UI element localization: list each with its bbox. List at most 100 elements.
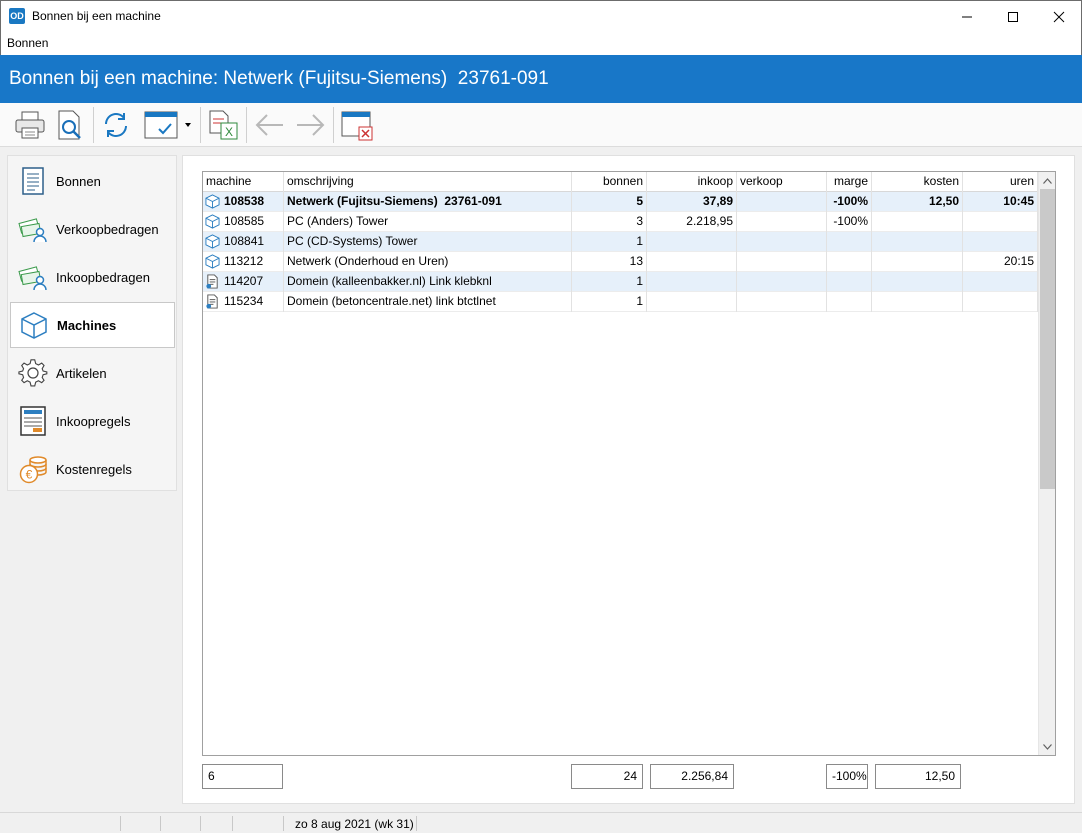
cell-kosten [872, 232, 963, 252]
column-header-verkoop[interactable]: verkoop [737, 172, 827, 192]
sidebar-item-label: Machines [57, 317, 117, 333]
status-divider [120, 816, 121, 831]
column-header-machine[interactable]: machine [203, 172, 284, 192]
cell-kosten [872, 252, 963, 272]
sidebar-item-label: Inkoopregels [56, 413, 131, 429]
machines-grid: machine omschrijving bonnen inkoop verko… [202, 171, 1056, 756]
toolbar: X [0, 103, 1082, 147]
forward-arrow-icon [297, 114, 325, 136]
select-columns-button[interactable] [140, 108, 196, 142]
print-button[interactable] [12, 108, 48, 142]
cell-marge [827, 232, 872, 252]
column-header-omschrijving[interactable]: omschrijving [284, 172, 572, 192]
vertical-scrollbar[interactable] [1038, 172, 1055, 755]
coins-icon: € [18, 454, 48, 484]
column-header-marge[interactable]: marge [827, 172, 872, 192]
cell-omschrijving: PC (Anders) Tower [284, 212, 572, 232]
close-icon [1053, 11, 1065, 22]
status-divider [232, 816, 233, 831]
maximize-icon [1008, 11, 1018, 22]
cell-bonnen: 1 [572, 272, 647, 292]
menu-bonnen[interactable]: Bonnen [7, 36, 48, 50]
print-preview-button[interactable] [52, 108, 88, 142]
cell-inkoop [647, 252, 737, 272]
sidebar-item-artikelen[interactable]: Artikelen [10, 350, 175, 396]
sidebar-item-inkoopbedragen[interactable]: Inkoopbedragen [10, 254, 175, 300]
maximize-button[interactable] [990, 1, 1036, 32]
back-button[interactable] [252, 108, 288, 142]
gear-icon [18, 358, 48, 388]
column-header-inkoop[interactable]: inkoop [647, 172, 737, 192]
sidebar-item-inkoopregels[interactable]: Inkoopregels [10, 398, 175, 444]
cell-kosten [872, 212, 963, 232]
toolbar-separator [246, 107, 247, 143]
export-excel-button[interactable]: X [205, 108, 241, 142]
page-header: Bonnen bij een machine: Netwerk (Fujitsu… [0, 55, 1082, 103]
cell-marge [827, 292, 872, 312]
refresh-button[interactable] [98, 108, 134, 142]
column-header-uren[interactable]: uren [963, 172, 1038, 192]
cell-machine: 108841 [203, 232, 284, 252]
sidebar-item-label: Artikelen [56, 365, 107, 381]
table-row[interactable]: 114207 Domein (kalleenbakker.nl) Link kl… [203, 272, 1038, 292]
cell-bonnen: 1 [572, 292, 647, 312]
cell-bonnen: 13 [572, 252, 647, 272]
table-row[interactable]: 113212 Netwerk (Onderhoud en Uren) 13 20… [203, 252, 1038, 272]
close-button[interactable] [1036, 1, 1082, 32]
table-row[interactable]: 115234 Domein (betoncentrale.net) link b… [203, 292, 1038, 312]
cell-omschrijving: Domein (kalleenbakker.nl) Link klebknl [284, 272, 572, 292]
cell-inkoop [647, 232, 737, 252]
cell-bonnen: 3 [572, 212, 647, 232]
toolbar-separator [333, 107, 334, 143]
cell-omschrijving: Netwerk (Onderhoud en Uren) [284, 252, 572, 272]
refresh-icon [105, 113, 127, 137]
sidebar-item-kostenregels[interactable]: € Kostenregels [10, 446, 175, 492]
sidebar-item-verkoopbedragen[interactable]: Verkoopbedragen [10, 206, 175, 252]
status-divider [416, 816, 417, 831]
table-row[interactable]: 108841 PC (CD-Systems) Tower 1 [203, 232, 1038, 252]
export-excel-icon: X [209, 110, 238, 140]
cell-marge: -100% [827, 192, 872, 212]
sidebar-item-machines[interactable]: Machines [10, 302, 175, 348]
scroll-up-button[interactable] [1039, 172, 1055, 189]
back-arrow-icon [255, 114, 283, 136]
table-row[interactable]: 108538 Netwerk (Fujitsu-Siemens) 23761-0… [203, 192, 1038, 212]
cell-verkoop [737, 252, 827, 272]
cell-bonnen: 1 [572, 232, 647, 252]
minimize-button[interactable] [944, 1, 990, 32]
title-bar: OD Bonnen bij een machine [0, 0, 1082, 31]
cell-kosten: 12,50 [872, 192, 963, 212]
forward-button[interactable] [292, 108, 328, 142]
cell-omschrijving: Netwerk (Fujitsu-Siemens) 23761-091 [284, 192, 572, 212]
cell-inkoop [647, 272, 737, 292]
cell-verkoop [737, 232, 827, 252]
grid-header: machine omschrijving bonnen inkoop verko… [203, 172, 1038, 192]
close-window-button[interactable] [338, 108, 376, 142]
cell-verkoop [737, 192, 827, 212]
money-person-icon [18, 214, 48, 244]
cell-uren [963, 272, 1038, 292]
column-header-kosten[interactable]: kosten [872, 172, 963, 192]
scroll-thumb[interactable] [1040, 189, 1055, 489]
cell-uren: 10:45 [963, 192, 1038, 212]
column-header-bonnen[interactable]: bonnen [572, 172, 647, 192]
print-icon [15, 111, 45, 139]
cell-machine: 108538 [203, 192, 284, 212]
svg-text:X: X [225, 125, 233, 139]
app-logo: OD [9, 8, 25, 24]
cell-omschrijving: Domein (betoncentrale.net) link btctlnet [284, 292, 572, 312]
status-bar: zo 8 aug 2021 (wk 31) [0, 812, 1082, 833]
cell-inkoop [647, 292, 737, 312]
cell-marge [827, 252, 872, 272]
cell-marge [827, 272, 872, 292]
cell-machine: 108585 [203, 212, 284, 232]
cell-inkoop: 2.218,95 [647, 212, 737, 232]
close-window-icon [341, 111, 373, 141]
scroll-down-button[interactable] [1039, 738, 1055, 755]
cube-icon [19, 310, 49, 340]
table-row[interactable]: 108585 PC (Anders) Tower 3 2.218,95 -100… [203, 212, 1038, 232]
cell-machine: 113212 [203, 252, 284, 272]
menu-bar: Bonnen [0, 31, 1082, 55]
sidebar-item-label: Kostenregels [56, 461, 132, 477]
sidebar-item-bonnen[interactable]: Bonnen [10, 158, 175, 204]
